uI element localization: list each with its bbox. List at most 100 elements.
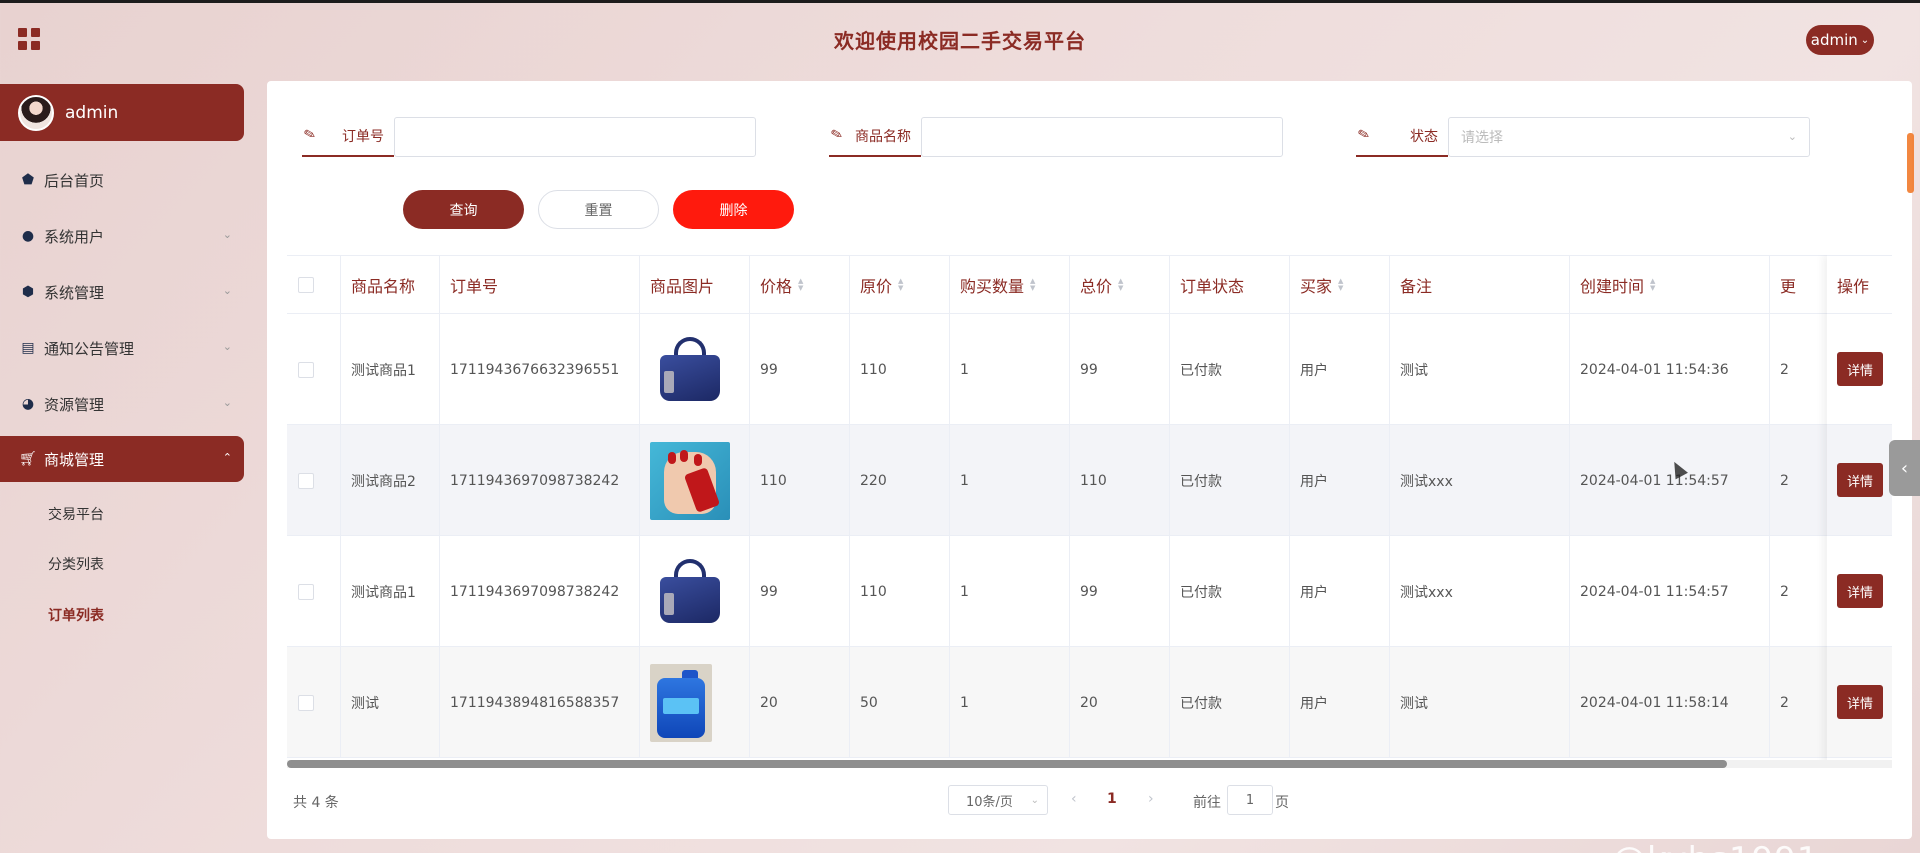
action-cell: 详情 bbox=[1827, 536, 1892, 647]
cell-original-price: 110 bbox=[850, 536, 950, 647]
chevron-up-icon: ⌃ bbox=[222, 451, 232, 464]
cell-product-image bbox=[640, 314, 750, 425]
chevron-down-icon: ⌄ bbox=[222, 396, 232, 409]
chevron-down-icon: ⌄ bbox=[1030, 795, 1039, 806]
prev-page-icon[interactable]: ‹ bbox=[1071, 791, 1077, 807]
detail-button[interactable]: 详情 bbox=[1837, 463, 1883, 497]
gear-icon: ⬢ bbox=[21, 284, 35, 300]
cell-total: 99 bbox=[1070, 314, 1170, 425]
col-buyer[interactable]: 买家 ▲ ▼ bbox=[1290, 256, 1390, 314]
col-created-time[interactable]: 创建时间 ▲ ▼ bbox=[1570, 256, 1770, 314]
cell-price: 99 bbox=[750, 536, 850, 647]
total-count: 共 4 条 bbox=[293, 795, 339, 811]
detail-button[interactable]: 详情 bbox=[1837, 685, 1883, 719]
sort-icon[interactable]: ▲ ▼ bbox=[1338, 278, 1343, 292]
chevron-down-icon: ⌄ bbox=[222, 228, 232, 241]
sidebar-item-label: 通知公告管理 bbox=[44, 339, 135, 358]
sidebar-subitem-orders[interactable]: 订单列表 bbox=[48, 605, 104, 625]
col-total[interactable]: 总价 ▲ ▼ bbox=[1070, 256, 1170, 314]
select-all-cell bbox=[287, 256, 341, 314]
cell-product-image bbox=[640, 647, 750, 758]
sidebar-item-system-users[interactable]: ● 系统用户 ⌄ bbox=[0, 213, 244, 259]
vertical-scrollbar-thumb[interactable] bbox=[1907, 133, 1914, 193]
sort-icon[interactable]: ▲ ▼ bbox=[1650, 278, 1655, 292]
cell-product-image bbox=[640, 536, 750, 647]
query-button[interactable]: 查询 bbox=[403, 190, 524, 229]
col-order-no: 订单号 bbox=[440, 256, 640, 314]
cell-product-name: 测试商品1 bbox=[341, 314, 440, 425]
sidebar: admin ⬟ 后台首页 ● 系统用户 ⌄ ⬢ 系统管理 ⌄ ▤ 通知公告管理 … bbox=[0, 84, 244, 853]
user-icon: ● bbox=[21, 228, 35, 244]
sort-icon[interactable]: ▲ ▼ bbox=[1030, 278, 1035, 292]
row-checkbox[interactable] bbox=[298, 472, 314, 489]
col-quantity[interactable]: 购买数量 ▲ ▼ bbox=[950, 256, 1070, 314]
sort-icon[interactable]: ▲ ▼ bbox=[898, 278, 903, 292]
goto-page-input[interactable]: 1 bbox=[1227, 785, 1273, 815]
page-size-select[interactable]: 10条/页 ⌄ bbox=[948, 785, 1048, 815]
sidebar-username: admin bbox=[65, 102, 119, 123]
cell-buyer: 用户 bbox=[1290, 425, 1390, 536]
handbag-image bbox=[650, 330, 730, 409]
row-select-cell bbox=[287, 647, 341, 758]
row-checkbox[interactable] bbox=[298, 694, 314, 711]
next-page-icon[interactable]: › bbox=[1148, 791, 1154, 807]
sidebar-subitem-trade-platform[interactable]: 交易平台 bbox=[48, 504, 104, 524]
cell-price: 20 bbox=[750, 647, 850, 758]
page-number-current[interactable]: 1 bbox=[1107, 791, 1117, 807]
cell-created-time: 2024-04-01 11:54:57 bbox=[1570, 425, 1770, 536]
sort-icon[interactable]: ▲ ▼ bbox=[1118, 278, 1123, 292]
row-select-cell bbox=[287, 536, 341, 647]
cell-original-price: 220 bbox=[850, 425, 950, 536]
col-product-image: 商品图片 bbox=[640, 256, 750, 314]
order-no-filter: ✎ 订单号 bbox=[302, 117, 756, 157]
detail-button[interactable]: 详情 bbox=[1837, 352, 1883, 386]
cell-order-status: 已付款 bbox=[1170, 314, 1290, 425]
status-label: ✎ 状态 bbox=[1356, 117, 1448, 157]
table-row: 测试商品2 1711943697098738242 110 220 1 110 … bbox=[287, 425, 1892, 536]
document-icon: ▤ bbox=[21, 340, 35, 356]
status-select[interactable]: 请选择 ⌄ bbox=[1448, 117, 1810, 157]
cell-order-status: 已付款 bbox=[1170, 536, 1290, 647]
pen-icon: ✎ bbox=[829, 125, 845, 145]
user-menu-label: admin bbox=[1810, 31, 1858, 49]
chevron-down-icon: ⌄ bbox=[222, 284, 232, 297]
goto-label: 前往 bbox=[1193, 795, 1221, 811]
chevron-left-icon[interactable]: ‹ bbox=[1889, 440, 1920, 496]
sidebar-item-label: 资源管理 bbox=[44, 395, 105, 414]
user-menu-button[interactable]: admin ⌄ bbox=[1806, 25, 1874, 55]
product-name-filter: ✎ 商品名称 bbox=[829, 117, 1283, 157]
delete-button[interactable]: 删除 bbox=[673, 190, 794, 229]
col-original-price[interactable]: 原价 ▲ ▼ bbox=[850, 256, 950, 314]
horizontal-scrollbar-thumb[interactable] bbox=[287, 760, 1727, 768]
reset-button[interactable]: 重置 bbox=[538, 190, 659, 229]
product-name-input[interactable] bbox=[921, 117, 1283, 157]
sidebar-item-system-management[interactable]: ⬢ 系统管理 ⌄ bbox=[0, 269, 244, 315]
order-no-input[interactable] bbox=[394, 117, 756, 157]
sidebar-item-mall[interactable]: 🛒︎ 商城管理 ⌃ bbox=[0, 436, 244, 482]
col-order-status: 订单状态 bbox=[1170, 256, 1290, 314]
cell-product-name: 测试 bbox=[341, 647, 440, 758]
col-price[interactable]: 价格 ▲ ▼ bbox=[750, 256, 850, 314]
row-checkbox[interactable] bbox=[298, 361, 314, 378]
cell-quantity: 1 bbox=[950, 314, 1070, 425]
avatar bbox=[18, 94, 54, 131]
detail-button[interactable]: 详情 bbox=[1837, 574, 1883, 608]
action-cell: 详情 bbox=[1827, 647, 1892, 758]
select-all-checkbox[interactable] bbox=[298, 277, 314, 293]
sidebar-subitem-categories[interactable]: 分类列表 bbox=[48, 554, 104, 574]
top-bar: 欢迎使用校园二手交易平台 admin ⌄ bbox=[0, 0, 1920, 74]
status-filter: ✎ 状态 请选择 ⌄ bbox=[1356, 117, 1810, 157]
cell-order-no: 1711943676632396551 bbox=[440, 314, 640, 425]
cell-order-no: 1711943697098738242 bbox=[440, 425, 640, 536]
row-checkbox[interactable] bbox=[298, 583, 314, 600]
cell-order-status: 已付款 bbox=[1170, 425, 1290, 536]
fixed-action-column: 操作 详情 详情 详情 详情 bbox=[1827, 255, 1892, 767]
status-placeholder: 请选择 bbox=[1461, 130, 1503, 146]
sidebar-item-home[interactable]: ⬟ 后台首页 bbox=[0, 157, 244, 203]
sidebar-item-resources[interactable]: ◕ 资源管理 ⌄ bbox=[0, 381, 244, 427]
sidebar-item-notices[interactable]: ▤ 通知公告管理 ⌄ bbox=[0, 325, 244, 371]
cell-order-status: 已付款 bbox=[1170, 647, 1290, 758]
sort-icon[interactable]: ▲ ▼ bbox=[798, 278, 803, 292]
cell-quantity: 1 bbox=[950, 425, 1070, 536]
cell-created-time: 2024-04-01 11:54:36 bbox=[1570, 314, 1770, 425]
